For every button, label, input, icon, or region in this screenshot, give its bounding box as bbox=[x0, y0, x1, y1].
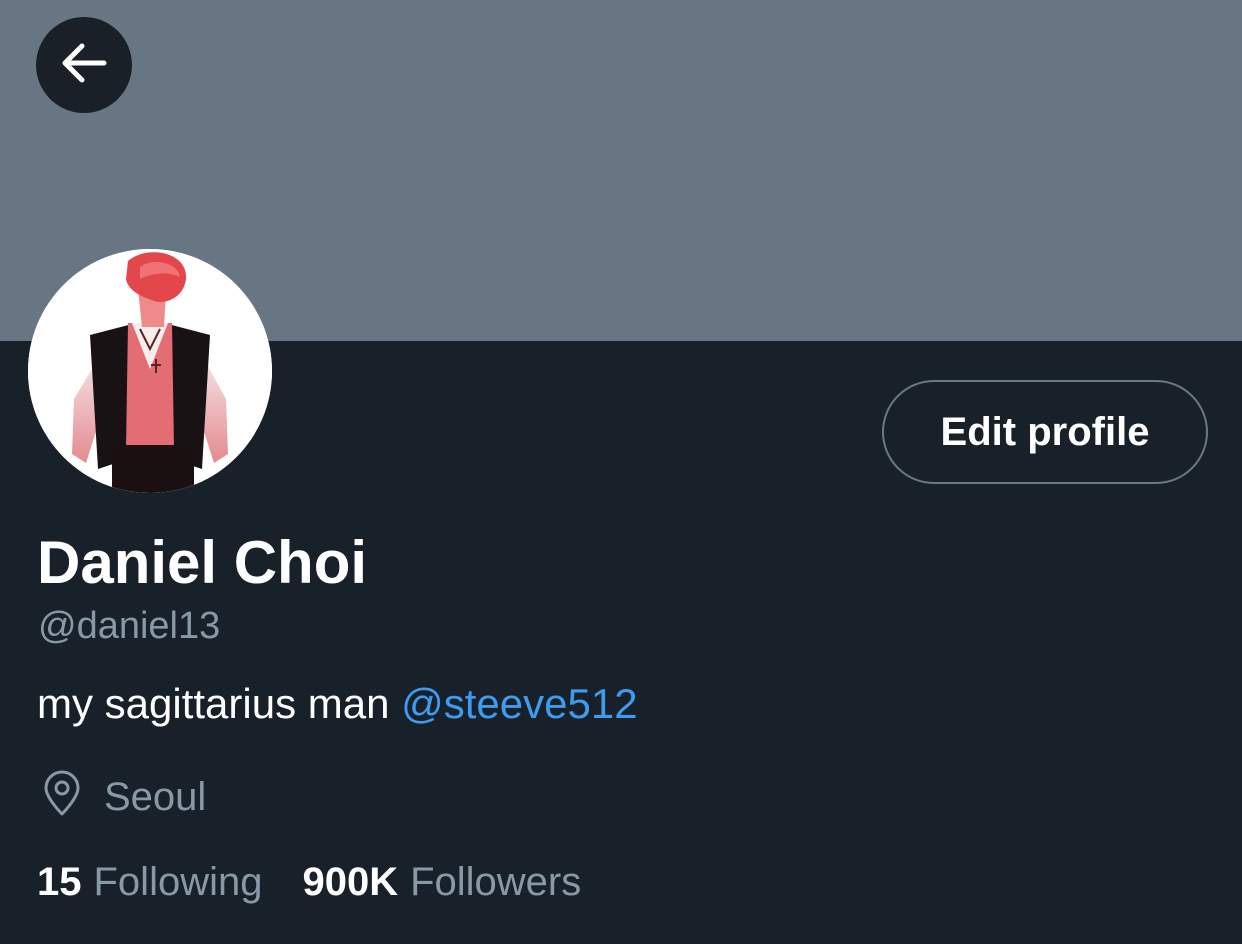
followers-link[interactable]: 900K Followers bbox=[302, 858, 581, 906]
followers-label: Followers bbox=[410, 860, 582, 904]
location-pin-icon bbox=[40, 770, 84, 823]
following-label: Following bbox=[93, 860, 263, 904]
followers-count: 900K bbox=[302, 860, 399, 904]
user-handle: @daniel13 bbox=[38, 605, 221, 647]
display-name: Daniel Choi bbox=[37, 529, 368, 596]
edit-profile-label: Edit profile bbox=[940, 409, 1150, 454]
edit-profile-button[interactable]: Edit profile bbox=[882, 380, 1208, 484]
profile-bio: my sagittarius man @steeve512 bbox=[37, 680, 638, 728]
location-label: Seoul bbox=[104, 774, 207, 819]
avatar[interactable] bbox=[28, 249, 272, 493]
arrow-left-icon bbox=[56, 35, 112, 96]
following-link[interactable]: 15 Following bbox=[37, 858, 262, 906]
profile-location: Seoul bbox=[40, 770, 206, 823]
bio-text: my sagittarius man bbox=[37, 680, 402, 727]
bio-mention-link[interactable]: @steeve512 bbox=[401, 680, 637, 727]
profile-page: Edit profile Daniel Choi @daniel13 my sa… bbox=[0, 0, 1242, 944]
profile-stats: 15 Following 900K Followers bbox=[37, 858, 581, 906]
following-count: 15 bbox=[37, 860, 82, 904]
back-button[interactable] bbox=[36, 17, 132, 113]
